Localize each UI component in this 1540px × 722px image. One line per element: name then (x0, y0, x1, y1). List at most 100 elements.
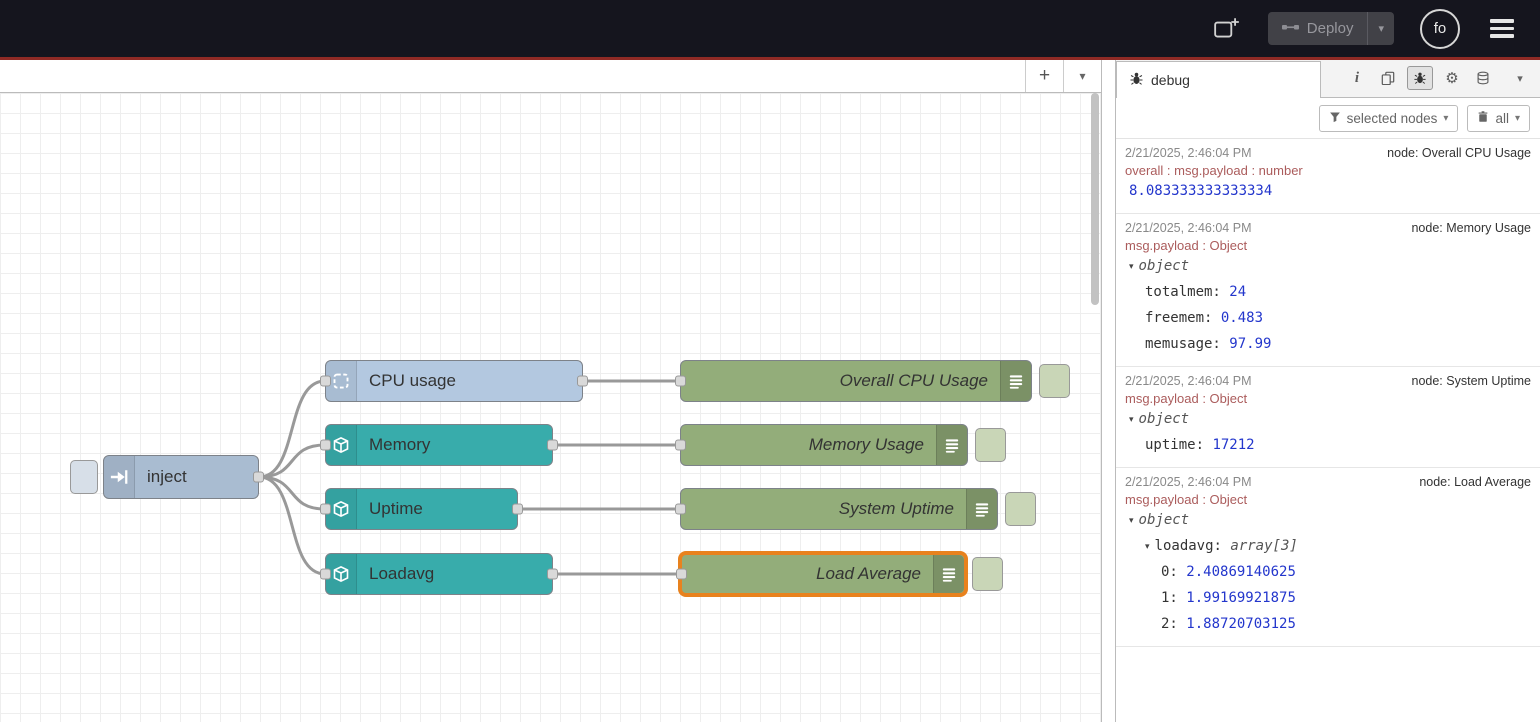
collapse-caret-icon[interactable]: ▾ (1129, 253, 1134, 279)
flow-node-loadavg[interactable]: Loadavg (325, 553, 553, 595)
debug-list-icon (966, 489, 997, 529)
debug-list-icon (936, 425, 967, 465)
flow-node-overall-cpu[interactable]: Overall CPU Usage (680, 360, 1032, 402)
debug-key: 0: (1161, 564, 1186, 580)
help-docs-icon[interactable] (1376, 67, 1400, 89)
debug-payload-path: msg.payload : Object (1125, 238, 1531, 253)
debug-row: ▾ object (1125, 253, 1531, 279)
add-flow-button[interactable]: + (1025, 60, 1063, 92)
bug-icon (1129, 71, 1144, 89)
clear-messages-button[interactable]: all ▾ (1467, 105, 1530, 132)
debug-key: totalmem: (1145, 284, 1229, 300)
debug-value: 1.99169921875 (1186, 590, 1296, 606)
debug-row: 8.083333333333334 (1125, 178, 1531, 204)
header-export-icon[interactable] (1212, 14, 1242, 44)
node-output-port[interactable] (547, 569, 558, 580)
debug-toggle-button[interactable] (1005, 492, 1036, 526)
filter-nodes-button[interactable]: selected nodes ▾ (1319, 105, 1459, 132)
collapse-caret-icon[interactable]: ▾ (1129, 406, 1134, 432)
node-input-port[interactable] (320, 376, 331, 387)
node-label: Memory (357, 425, 552, 465)
debug-row: totalmem: 24 (1125, 279, 1531, 305)
debug-message: 2/21/2025, 2:46:04 PMnode: Memory Usagem… (1116, 214, 1540, 367)
gear-icon[interactable]: ⚙ (1440, 67, 1464, 89)
debug-toggle-button[interactable] (1039, 364, 1070, 398)
debug-payload-path: msg.payload : Object (1125, 391, 1531, 406)
info-tab-icon[interactable]: i (1345, 67, 1369, 89)
node-label: Uptime (357, 489, 517, 529)
node-label: Memory Usage (681, 425, 936, 465)
tab-debug-label: debug (1151, 72, 1190, 88)
debug-timestamp: 2/21/2025, 2:46:04 PM (1125, 146, 1251, 160)
header-bar: Deploy ▾ fo (0, 0, 1540, 57)
flow-node-system-uptime[interactable]: System Uptime (680, 488, 998, 530)
deploy-label: Deploy (1307, 20, 1354, 37)
debug-payload-path: msg.payload : Object (1125, 492, 1531, 507)
deploy-icon (1282, 20, 1299, 37)
canvas-scrollbar[interactable] (1091, 93, 1099, 722)
node-output-port[interactable] (253, 472, 264, 483)
debug-timestamp: 2/21/2025, 2:46:04 PM (1125, 374, 1251, 388)
node-input-port[interactable] (676, 569, 687, 580)
inject-button[interactable] (70, 460, 98, 494)
debug-tab-icon[interactable] (1407, 66, 1433, 90)
sidebar-menu-caret-icon[interactable]: ▾ (1508, 67, 1532, 89)
debug-message: 2/21/2025, 2:46:04 PMnode: Load Averagem… (1116, 468, 1540, 647)
deploy-button[interactable]: Deploy ▾ (1268, 12, 1394, 45)
node-output-port[interactable] (577, 376, 588, 387)
debug-message: 2/21/2025, 2:46:04 PMnode: System Uptime… (1116, 367, 1540, 468)
flow-node-inject[interactable]: inject (103, 455, 259, 499)
debug-toolbar: selected nodes ▾ all ▾ (1116, 98, 1540, 139)
debug-value: object (1139, 258, 1190, 274)
node-input-port[interactable] (320, 440, 331, 451)
node-output-port[interactable] (547, 440, 558, 451)
debug-message: 2/21/2025, 2:46:04 PMnode: Overall CPU U… (1116, 139, 1540, 214)
debug-key: 2: (1161, 616, 1186, 632)
user-avatar[interactable]: fo (1420, 9, 1460, 49)
flow-canvas[interactable]: inject CPU usage Memory Uptime Loadavg Overal… (0, 93, 1101, 722)
workspace-tab-bar: + ▾ (0, 60, 1101, 93)
filter-label: selected nodes (1347, 111, 1438, 126)
node-input-port[interactable] (320, 569, 331, 580)
node-output-port[interactable] (512, 504, 523, 515)
debug-source-node: node: Load Average (1419, 475, 1531, 489)
node-input-port[interactable] (320, 504, 331, 515)
debug-value: object (1139, 411, 1190, 427)
debug-value: 17212 (1212, 437, 1254, 453)
node-label: Overall CPU Usage (681, 361, 1000, 401)
context-data-icon[interactable] (1471, 67, 1495, 89)
debug-row: uptime: 17212 (1125, 432, 1531, 458)
debug-key: uptime: (1145, 437, 1212, 453)
sidebar-resizer[interactable] (1102, 60, 1115, 722)
main-menu-icon[interactable] (1486, 15, 1518, 42)
debug-value: object (1139, 512, 1190, 528)
debug-timestamp: 2/21/2025, 2:46:04 PM (1125, 221, 1251, 235)
flow-node-uptime[interactable]: Uptime (325, 488, 518, 530)
node-label: CPU usage (357, 361, 582, 401)
flow-node-memory[interactable]: Memory (325, 424, 553, 466)
collapse-caret-icon[interactable]: ▾ (1129, 507, 1134, 533)
debug-value: array[3] (1230, 538, 1297, 554)
debug-row: 0: 2.40869140625 (1125, 559, 1531, 585)
wires-layer (0, 93, 1101, 722)
clear-label: all (1495, 111, 1509, 126)
debug-list-icon (1000, 361, 1031, 401)
node-input-port[interactable] (675, 376, 686, 387)
deploy-options-button[interactable]: ▾ (1367, 12, 1394, 45)
flow-node-cpu-usage[interactable]: CPU usage (325, 360, 583, 402)
flow-list-button[interactable]: ▾ (1063, 60, 1101, 92)
canvas-scrollbar-thumb[interactable] (1091, 93, 1099, 305)
chevron-down-icon: ▾ (1515, 113, 1520, 124)
tab-debug[interactable]: debug (1116, 61, 1321, 98)
flow-node-load-average[interactable]: Load Average (680, 553, 966, 595)
flow-node-memory-usage[interactable]: Memory Usage (680, 424, 968, 466)
debug-toggle-button[interactable] (972, 557, 1003, 591)
debug-list-icon (933, 555, 964, 593)
collapse-caret-icon[interactable]: ▾ (1145, 533, 1150, 559)
node-input-port[interactable] (675, 440, 686, 451)
node-input-port[interactable] (675, 504, 686, 515)
debug-toggle-button[interactable] (975, 428, 1006, 462)
node-label: System Uptime (681, 489, 966, 529)
debug-row: memusage: 97.99 (1125, 331, 1531, 357)
debug-value: 97.99 (1229, 336, 1271, 352)
